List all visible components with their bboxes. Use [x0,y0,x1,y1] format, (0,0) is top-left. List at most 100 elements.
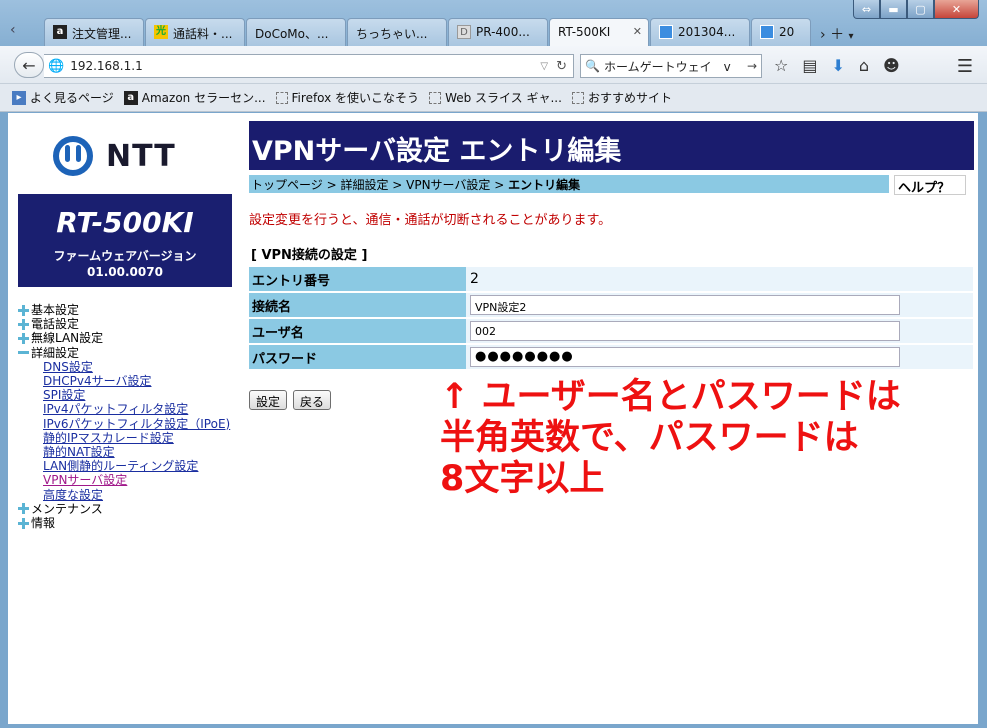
reload-icon[interactable]: ↻ [556,59,567,74]
toolbar-icons: ☆ ▤ ⬇ ⌂ ☻ [774,56,900,75]
minus-icon [18,347,29,358]
plus-icon [18,503,29,515]
close-icon[interactable]: ✕ [934,0,979,19]
reading-list-icon[interactable]: ▤ [802,56,817,75]
menu-item-basic[interactable]: 基本設定 [18,303,230,317]
bookmark-item[interactable]: Web スライス ギャ... [429,89,562,106]
bookmark-item[interactable]: おすすめサイト [571,89,672,106]
tab-label: RT-500KI [558,25,611,39]
submenu-link-advanced[interactable]: 高度な設定 [43,488,103,502]
bookmark-label: Amazon セラーセン... [141,91,266,105]
tab-1[interactable]: a 注文管理... [44,18,144,46]
help-link[interactable]: ヘルプ？ [894,175,966,196]
tab-scroll-right-icon[interactable]: › [820,27,826,43]
submenu-link-ip-masquerade[interactable]: 静的IPマスカレード設定 [43,431,174,445]
tab-7[interactable]: 201304... [650,18,750,46]
address-bar[interactable]: 🌐 192.168.1.1 ▽ ↻ [44,54,574,78]
bookmarks-bar: ▸ よく見るページ a Amazon セラーセン... Firefox を使いこ… [0,84,987,112]
download-icon[interactable]: ⬇ [831,56,844,75]
table-row: エントリ番号 2 [249,267,973,291]
tab-label: DoCoMo、... [255,27,329,41]
search-text: ホームゲートウェイ v [603,59,731,74]
firmware-version: 01.00.0070 [87,265,163,279]
model-name: RT-500KI [56,206,194,239]
menu-label: 基本設定 [31,303,80,317]
firmware-label: ファームウェアバージョン [53,249,197,263]
tab-strip: ‹ a 注文管理... 光 通話料・... DoCoMo、... ちっちゃい..… [0,0,987,47]
home-icon[interactable]: ⌂ [859,56,869,75]
tab-2[interactable]: 光 通話料・... [145,18,245,46]
tab-controls: › ＋ ▾ [820,24,854,44]
submenu-link-spi[interactable]: SPI設定 [43,388,85,402]
set-button[interactable]: 設定 [249,390,288,410]
entry-number-value: 2 [470,271,479,287]
menu-item-info[interactable]: 情報 [18,516,230,530]
submenu-link-dns[interactable]: DNS設定 [43,360,93,374]
warning-message: 設定変更を行うと、通信・通話が切断されることがあります。 [249,213,612,228]
chevron-down-icon[interactable]: ▾ [849,31,854,42]
menu-item-maintenance[interactable]: メンテナンス [18,502,230,516]
tab-label: ちっちゃい... [356,27,428,41]
ntt-logo-icon [53,136,93,176]
new-tab-icon[interactable]: ＋ [830,27,844,43]
submenu-link-lan-routing[interactable]: LAN側静的ルーティング設定 [43,459,198,473]
navigation-bar: 🌐 192.168.1.1 ▽ ↻ ← 🔍 ホームゲートウェイ v → ☆ ▤ … [0,46,987,84]
back-page-button[interactable]: 戻る [293,390,332,410]
url-text[interactable]: 192.168.1.1 [70,59,143,73]
password-label: パスワード [249,345,466,369]
side-menu: 基本設定 電話設定 無線LAN設定 詳細設定 DNS設定 DHCPv4サーバ設定… [18,303,230,530]
table-row: パスワード ●●●●●●●● [249,345,973,369]
tab-active[interactable]: RT-500KI ✕ [549,18,649,47]
placeholder-icon [429,91,442,104]
minimize-icon[interactable]: ▬ [880,0,907,19]
connection-name-input[interactable]: VPN設定2 [470,295,900,315]
tab-label: 201304... [678,25,736,39]
plus-icon [18,304,29,316]
submenu-link-ipv6-filter[interactable]: IPv6パケットフィルタ設定（IPoE) [43,417,230,431]
back-button[interactable]: ← [14,52,44,78]
page-icon [760,25,774,39]
search-icon: 🔍 [585,59,600,73]
smiley-icon[interactable]: ☻ [883,56,900,75]
globe-icon: 🌐 [48,58,65,74]
bookmark-item[interactable]: Firefox を使いこなそう [275,89,420,106]
bookmark-item[interactable]: ▸ よく見るページ [12,89,114,106]
form-buttons: 設定 戻る [249,390,332,410]
placeholder-icon [275,91,288,104]
restore-icon[interactable]: ⇔ [853,0,880,19]
submenu-link-static-nat[interactable]: 静的NAT設定 [43,445,115,459]
submenu-link-vpn-server[interactable]: VPNサーバ設定 [43,473,127,487]
hamburger-menu-icon[interactable]: ☰ [957,56,973,77]
search-go-icon[interactable]: → [747,59,757,73]
bookmark-item[interactable]: a Amazon セラーセン... [123,89,266,106]
handwritten-annotation: ↑ ユーザー名とパスワードは 半角英数で、パスワードは 8文字以上 [440,377,901,500]
submenu-link-dhcp[interactable]: DHCPv4サーバ設定 [43,374,152,388]
bookmark-label: よく見るページ [30,91,114,105]
submenu-link-ipv4-filter[interactable]: IPv4パケットフィルタ設定 [43,402,188,416]
tab-scroll-left-icon[interactable]: ‹ [10,22,16,38]
placeholder-icon [571,91,584,104]
username-input[interactable]: 002 [470,321,900,341]
maximize-icon[interactable]: ▢ [907,0,934,19]
tab-3[interactable]: DoCoMo、... [246,18,346,46]
tab-label: 注文管理... [72,27,132,41]
tab-8[interactable]: 20 [751,18,811,46]
tab-4[interactable]: ちっちゃい... [347,18,447,46]
bookmark-label: Firefox を使いこなそう [291,91,420,105]
breadcrumb-path: トップページ > 詳細設定 > VPNサーバ設定 > [251,178,509,192]
menu-label: 無線LAN設定 [31,331,104,346]
menu-item-advanced[interactable]: 詳細設定 [18,346,230,360]
bookmark-star-icon[interactable]: ☆ [774,56,788,75]
tab-list: a 注文管理... 光 通話料・... DoCoMo、... ちっちゃい... … [44,18,812,47]
password-input[interactable]: ●●●●●●●● [470,347,900,367]
menu-label: メンテナンス [31,501,103,516]
menu-item-phone[interactable]: 電話設定 [18,317,230,331]
menu-item-wlan[interactable]: 無線LAN設定 [18,331,230,345]
connection-name-label: 接続名 [249,293,466,317]
password-cell: ●●●●●●●● [466,345,973,369]
back-arrow-icon: ← [22,55,36,75]
search-input[interactable]: 🔍 ホームゲートウェイ v → [580,54,762,78]
chevron-down-icon[interactable]: ▽ [540,61,548,72]
close-tab-icon[interactable]: ✕ [633,25,642,38]
tab-5[interactable]: D PR-400... [448,18,548,46]
